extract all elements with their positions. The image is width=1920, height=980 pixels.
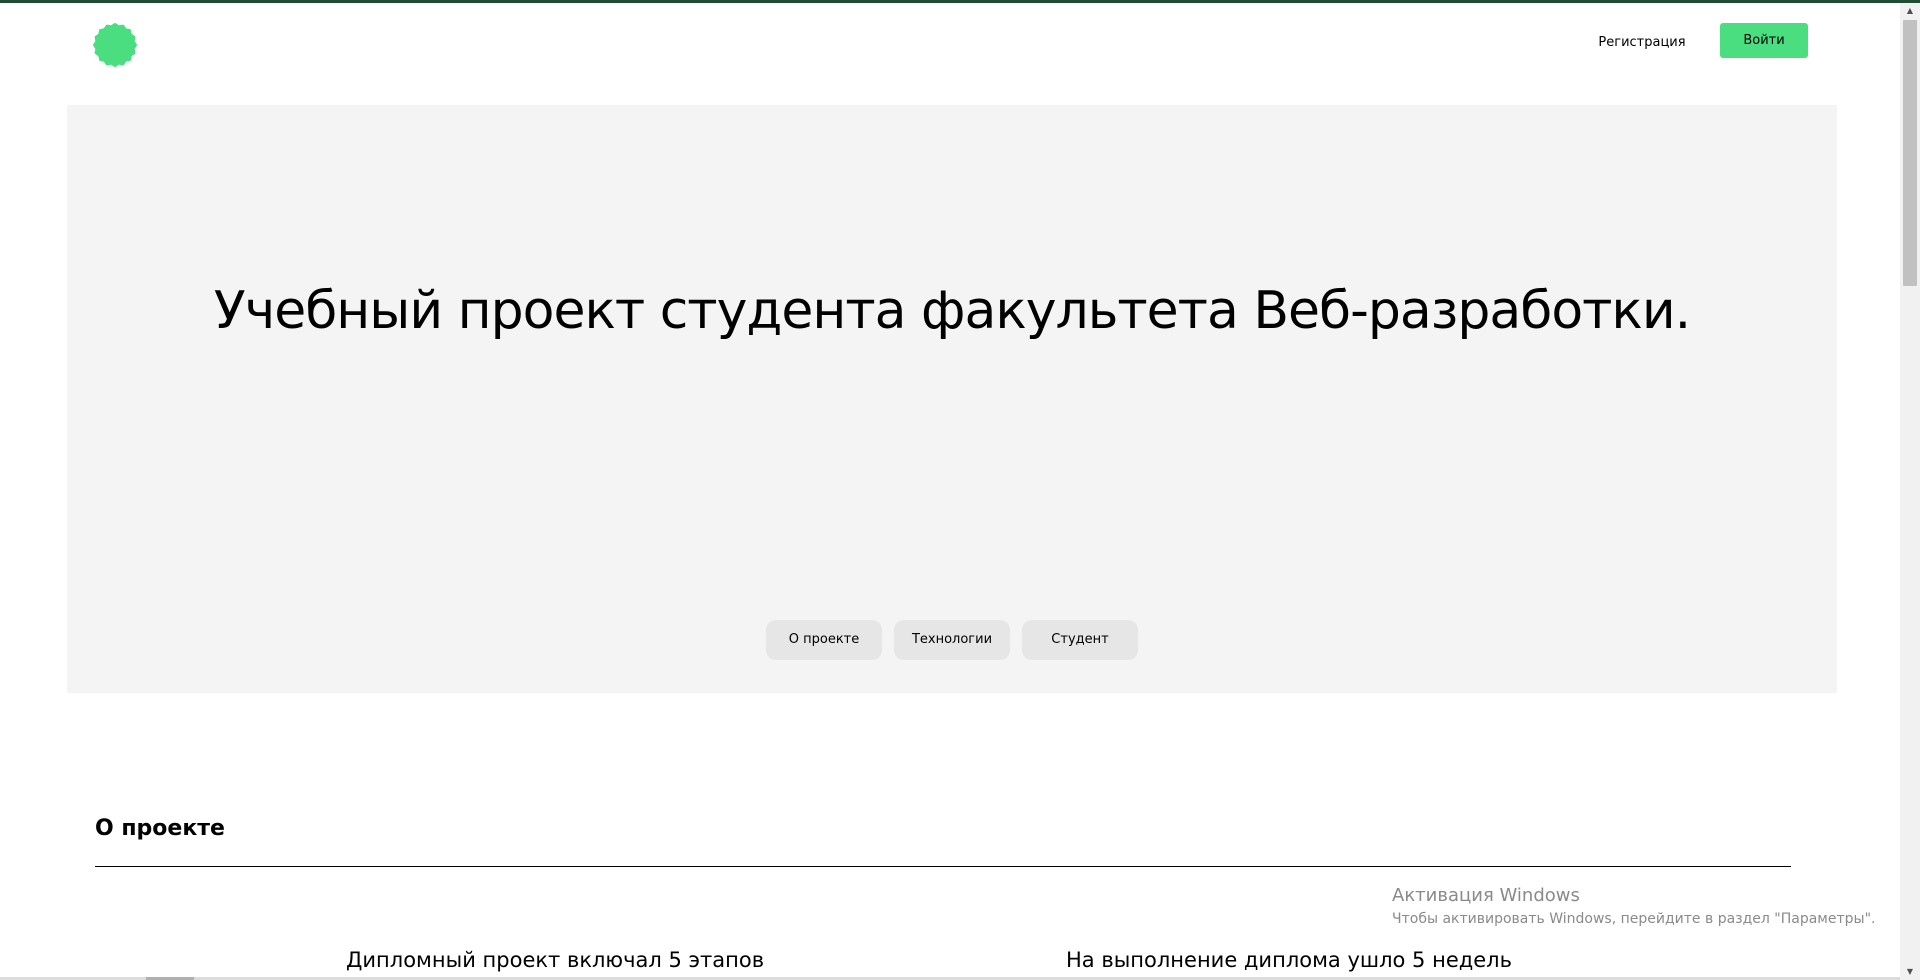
logo-icon[interactable] bbox=[92, 22, 138, 68]
login-button[interactable]: Войти bbox=[1720, 23, 1808, 58]
hero-section: Учебный проект студента факультета Веб-р… bbox=[67, 105, 1837, 693]
nav-tab-student[interactable]: Студент bbox=[1022, 620, 1138, 660]
activation-subtitle: Чтобы активировать Windows, перейдите в … bbox=[1392, 911, 1876, 927]
nav-tab-technologies[interactable]: Технологии bbox=[894, 620, 1010, 660]
flower-badge-icon bbox=[93, 23, 137, 67]
nav-tab-about[interactable]: О проекте bbox=[766, 620, 882, 660]
stages-heading: Дипломный проект включал 5 этапов bbox=[346, 948, 765, 972]
site-header: Регистрация Войти bbox=[0, 3, 1900, 103]
vertical-scrollbar[interactable]: ▲ ▼ bbox=[1900, 3, 1920, 980]
scroll-up-arrow-icon[interactable]: ▲ bbox=[1900, 3, 1920, 19]
windows-activation-watermark: Активация Windows Чтобы активировать Win… bbox=[1392, 883, 1875, 929]
scrollbar-thumb[interactable] bbox=[1903, 20, 1917, 286]
hero-nav: О проекте Технологии Студент bbox=[67, 620, 1837, 660]
register-link[interactable]: Регистрация bbox=[1574, 29, 1710, 57]
about-section-title: О проекте bbox=[95, 816, 225, 841]
hero-title: Учебный проект студента факультета Веб-р… bbox=[213, 281, 1691, 341]
scroll-down-arrow-icon[interactable]: ▼ bbox=[1900, 964, 1920, 980]
activation-title: Активация Windows bbox=[1392, 885, 1580, 906]
weeks-heading: На выполнение диплома ушло 5 недель bbox=[1066, 948, 1512, 972]
section-divider bbox=[95, 866, 1791, 867]
